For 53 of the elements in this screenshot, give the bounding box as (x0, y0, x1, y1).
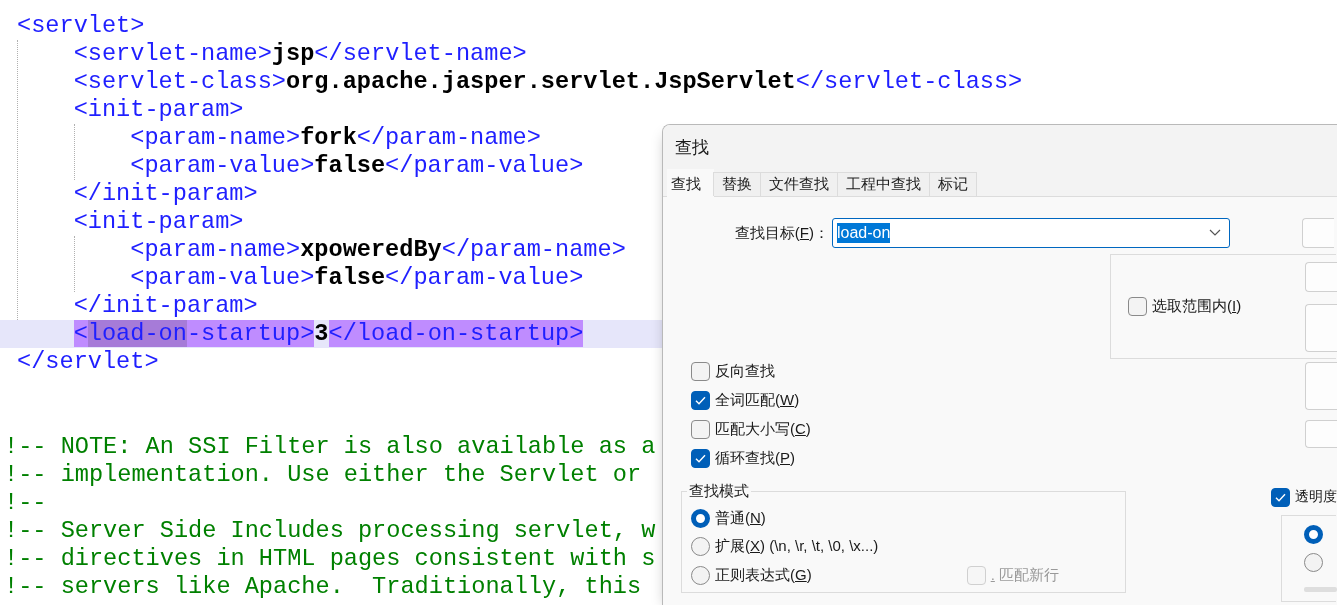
checkbox-label[interactable]: 循环查找(P) (715, 449, 795, 468)
code-line: <param-value>false</param-value> (130, 264, 584, 292)
comment-line: !-- NOTE: An SSI Filter is also available as a (4, 433, 656, 461)
checkbox[interactable] (691, 362, 710, 381)
dialog-button[interactable] (1305, 420, 1337, 448)
code-line: <param-value>false</param-value> (130, 152, 584, 180)
checkbox[interactable] (691, 449, 710, 468)
code-line: </init-param> (73, 180, 258, 208)
slider-track[interactable] (1304, 586, 1337, 592)
radio-label[interactable]: 普通(N) (715, 508, 766, 528)
checkbox[interactable] (691, 391, 710, 410)
comment-line: !-- Server Side Includes processing servlet, w (4, 517, 656, 545)
code-line: </init-param> (73, 292, 258, 320)
chevron-down-icon[interactable] (1209, 229, 1221, 237)
radio-button[interactable] (1304, 525, 1323, 544)
tab[interactable]: 替换 (713, 172, 761, 196)
code-line: <init-param> (73, 96, 244, 124)
code-line: <load-on-startup>3</load-on-startup> (73, 320, 584, 348)
checkbox-label[interactable]: 透明度 (1295, 488, 1337, 507)
radio-button[interactable] (691, 565, 710, 585)
code-line: <servlet> (17, 12, 145, 40)
checkbox-label[interactable]: 匹配大小写(C) (715, 420, 811, 439)
checkbox[interactable] (1271, 487, 1290, 507)
radio-button[interactable] (1304, 553, 1323, 572)
checkbox-label[interactable]: 反向查找 (715, 362, 775, 381)
tab[interactable]: 查找 (667, 169, 714, 197)
checkbox[interactable] (691, 420, 710, 439)
code-line: <param-name>fork</param-name> (130, 124, 541, 152)
code-line: <init-param> (73, 208, 244, 236)
dialog-button[interactable] (1305, 304, 1337, 352)
find-field[interactable]: load-on (832, 218, 1230, 248)
radio-label[interactable]: 扩展(X) (\n, \r, \t, \0, \x...) (715, 537, 879, 557)
dialog-title: 查找 (675, 136, 709, 159)
comment-line: !-- directives in HTML pages consistent with s (4, 545, 656, 573)
comment-line: !-- (4, 489, 47, 517)
dialog-button[interactable] (1305, 262, 1337, 292)
tab[interactable]: 标记 (929, 172, 977, 196)
radio-label[interactable]: 正则表达式(G) (715, 565, 812, 585)
checkbox[interactable] (1128, 297, 1147, 316)
group-title: 查找模式 (688, 482, 750, 501)
comment-line: !-- implementation. Use either the Servlet or (4, 461, 642, 489)
radio-button[interactable] (691, 508, 710, 528)
code-line: <param-name>xpoweredBy</param-name> (130, 236, 626, 264)
radio-button[interactable] (691, 537, 710, 557)
code-line: <servlet-name>jsp</servlet-name> (73, 40, 527, 68)
dialog-button[interactable] (1305, 362, 1337, 410)
dialog-button[interactable] (1302, 218, 1334, 248)
checkbox-label[interactable]: 选取范围内(I) (1152, 297, 1242, 316)
code-line: <servlet-class>org.apache.jasper.servlet.JspServlet</servlet-class> (73, 68, 1023, 96)
code-line: </servlet> (17, 348, 159, 376)
field-label[interactable]: 查找目标(F)： (663, 223, 832, 243)
comment-line: !-- servers like Apache. Traditionally, this (4, 573, 642, 601)
checkbox-label[interactable]: 全词匹配(W) (715, 391, 800, 410)
